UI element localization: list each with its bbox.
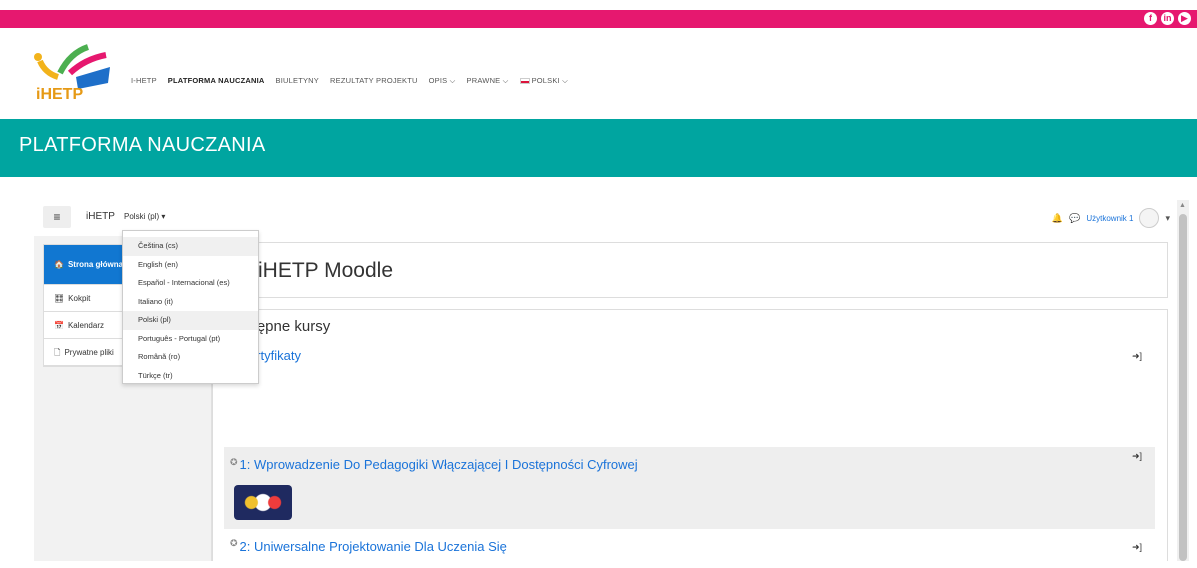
page-title: PLATFORMA NAUCZANIA [19,134,266,156]
language-option-es[interactable]: Español - Internacional (es) [123,274,258,293]
main-content: iHETP Moodle Dostępne kursy ✪Certyfikaty… [212,236,1170,561]
language-option-pt[interactable]: Português - Portugal (pt) [123,330,258,349]
nav-item-platforma[interactable]: PLATFORMA NAUCZANIA [168,76,265,86]
facebook-icon[interactable]: f [1144,12,1157,25]
enrol-icon[interactable]: ➜] [1132,451,1142,462]
home-icon: 🏠 [54,260,64,269]
site-title-card: iHETP Moodle [212,242,1168,298]
ihetp-logo[interactable]: iHETP [30,43,120,105]
course-thumbnail[interactable] [234,485,292,520]
course-title[interactable]: 1: Wprowadzenie Do Pedagogiki Włączające… [240,457,638,472]
course-icon: ✪ [230,538,238,548]
avatar[interactable] [1139,208,1160,228]
nav-item-rezultaty[interactable]: REZULTATY PROJEKTU [330,76,418,86]
svg-text:iHETP: iHETP [36,86,83,103]
nav-item-prawne[interactable]: PRAWNE ⌵ [467,76,509,86]
chevron-down-icon[interactable]: ▾ [1165,213,1170,224]
language-selector[interactable]: Polski (pl) ▾ [124,212,165,221]
language-option-it[interactable]: Italiano (it) [123,293,258,312]
file-icon: 🗋 [54,348,61,357]
youtube-icon[interactable]: ▶ [1178,12,1191,25]
site-brand[interactable]: iHETP [86,211,115,222]
course-title[interactable]: 2: Uniwersalne Projektowanie Dla Uczenia… [240,539,507,554]
calendar-icon: 📅 [54,321,64,330]
enrol-icon[interactable]: ➜] [1132,351,1142,362]
scroll-up-icon[interactable]: ▲ [1179,202,1186,209]
social-links: f in ▶ [1144,12,1191,25]
language-option-ro[interactable]: Română (ro) [123,348,258,367]
site-header: iHETP I-HETP PLATFORMA NAUCZANIA BIULETY… [0,28,1197,120]
drawer-item-label: Kokpit [68,294,91,303]
dashboard-icon: 🎛 [54,294,65,303]
top-social-bar: f in ▶ [0,0,1197,28]
drawer-item-label: Kalendarz [67,321,104,330]
drawer-item-label: Prywatne pliki [64,348,114,357]
user-area: 🔔 💬 Użytkownik 1 ▾ [1052,208,1170,228]
pink-strip [0,10,1197,28]
course-icon: ✪ [230,457,238,467]
site-title: iHETP Moodle [258,259,394,282]
drawer-item-label: Strona główna [67,260,124,269]
language-dropdown-menu: Čeština (cs) English (en) Español - Inte… [122,230,259,384]
language-option-tr[interactable]: Türkçe (tr) [123,367,258,386]
chat-icon[interactable]: 💬 [1069,213,1080,224]
linkedin-icon[interactable]: in [1161,12,1174,25]
bell-icon[interactable]: 🔔 [1052,213,1063,224]
language-option-en[interactable]: English (en) [123,256,258,275]
course-item[interactable]: ✪Certyfikaty ➜] [224,347,1155,377]
language-option-cs[interactable]: Čeština (cs) [123,237,258,256]
scrollbar-thumb[interactable] [1179,214,1187,561]
nav-item-language[interactable]: POLSKI ⌵ [519,76,569,86]
nav-item-opis[interactable]: OPIS ⌵ [429,76,456,86]
enrol-icon[interactable]: ➜] [1132,542,1142,553]
user-name[interactable]: Użytkownik 1 [1086,214,1133,223]
nav-item-ihetp[interactable]: I-HETP [131,76,157,86]
main-nav: I-HETP PLATFORMA NAUCZANIA BIULETYNY REZ… [131,76,568,86]
language-option-pl[interactable]: Polski (pl) [123,311,258,330]
course-item[interactable]: ✪ 1: Wprowadzenie Do Pedagogiki Włączając… [224,447,1155,529]
scrollbar[interactable]: ▲ [1177,200,1189,561]
page-banner: PLATFORMA NAUCZANIA [0,119,1197,177]
nav-item-biuletyny[interactable]: BIULETYNY [276,76,319,86]
menu-toggle-icon[interactable]: ≡ [43,206,71,228]
course-item[interactable]: ✪ 2: Uniwersalne Projektowanie Dla Uczeni… [224,538,1155,568]
nav-language-label: POLSKI ⌵ [531,76,569,85]
polish-flag-icon [519,78,530,85]
